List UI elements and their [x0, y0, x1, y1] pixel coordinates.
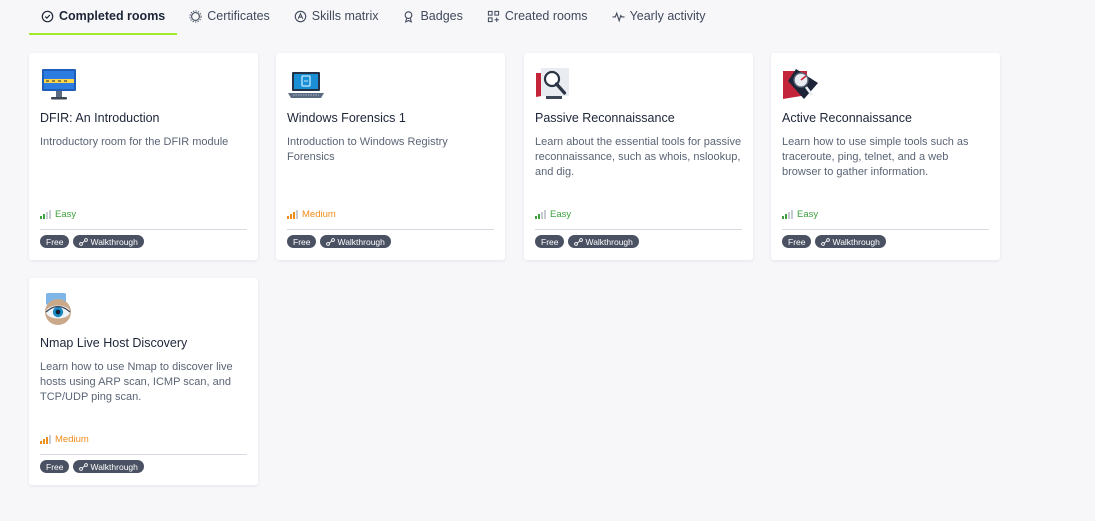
activity-icon: [612, 11, 625, 22]
room-card[interactable]: Nmap Live Host Discovery Learn how to us…: [29, 278, 258, 485]
difficulty-bars-icon: [535, 210, 546, 219]
card-divider: [782, 229, 989, 230]
room-title: Passive Reconnaissance: [535, 111, 675, 125]
difficulty-label: Medium: [302, 209, 336, 220]
skills-icon: [294, 10, 307, 22]
tab-label: Created rooms: [504, 9, 588, 23]
check-circle-icon: [41, 10, 54, 22]
tag-free: Free: [535, 235, 565, 248]
difficulty-label: Easy: [55, 209, 77, 220]
tag-free: Free: [287, 235, 317, 248]
difficulty-bars-icon: [40, 435, 51, 444]
room-description: Introductory room for the DFIR module: [40, 136, 229, 148]
difficulty-indicator: Easy: [782, 209, 818, 220]
room-title: Windows Forensics 1: [287, 111, 406, 125]
tab-certificates[interactable]: Certificates: [177, 0, 282, 35]
walkthrough-icon: [326, 237, 336, 246]
grid-plus-icon: [487, 10, 499, 22]
tag-free: Free: [40, 235, 70, 248]
certificate-icon: [189, 9, 202, 23]
room-card[interactable]: Passive Reconnaissance Learn about the e…: [524, 53, 753, 260]
room-tags: Free Walkthrough: [287, 235, 391, 248]
tab-label: Yearly activity: [629, 9, 706, 23]
card-divider: [535, 229, 742, 230]
laptop-icon: [288, 72, 324, 98]
difficulty-bars-icon: [40, 210, 51, 219]
monitor-icon: [42, 69, 76, 100]
room-tags: Free Walkthrough: [782, 235, 886, 248]
tag-walkthrough: Walkthrough: [320, 235, 391, 248]
difficulty-indicator: Easy: [535, 209, 571, 220]
room-card[interactable]: DFIR: An Introduction Introductory room …: [29, 53, 258, 260]
room-card[interactable]: Windows Forensics 1 Introduction to Wind…: [276, 53, 505, 260]
room-title: DFIR: An Introduction: [40, 111, 160, 125]
difficulty-indicator: Easy: [40, 209, 76, 220]
tag-walkthrough: Walkthrough: [73, 235, 144, 248]
walkthrough-icon: [574, 237, 584, 246]
room-description: Learn how to use Nmap to discover live h…: [40, 361, 233, 403]
magnifier-icon: [536, 68, 569, 99]
difficulty-bars-icon: [782, 210, 793, 219]
walkthrough-icon: [821, 237, 831, 246]
tag-walkthrough: Walkthrough: [73, 460, 144, 473]
room-description: Learn about the essential tools for pass…: [535, 136, 742, 178]
tab-completed-rooms[interactable]: Completed rooms: [29, 0, 178, 35]
profile-tabs: Completed rooms Certificates Skills matr…: [29, 0, 718, 35]
difficulty-bars-icon: [287, 210, 298, 219]
tab-label: Completed rooms: [59, 9, 166, 23]
difficulty-indicator: Medium: [287, 209, 336, 220]
tab-label: Certificates: [207, 9, 270, 23]
walkthrough-icon: [79, 462, 89, 471]
tag-free: Free: [782, 235, 812, 248]
tag-free: Free: [40, 460, 70, 473]
tab-badges[interactable]: Badges: [390, 0, 474, 35]
radar-icon: [783, 69, 818, 99]
card-divider: [287, 229, 494, 230]
tag-walkthrough: Walkthrough: [815, 235, 886, 248]
eye-icon: [45, 293, 71, 325]
tab-created-rooms[interactable]: Created rooms: [475, 0, 600, 35]
tab-label: Badges: [420, 9, 463, 23]
card-divider: [40, 229, 247, 230]
room-title: Nmap Live Host Discovery: [40, 336, 188, 350]
room-description: Introduction to Windows Registry Forensi…: [287, 136, 448, 163]
badge-icon: [405, 10, 413, 23]
difficulty-label: Easy: [550, 209, 572, 220]
tab-yearly-activity[interactable]: Yearly activity: [600, 0, 718, 35]
room-tags: Free Walkthrough: [535, 235, 639, 248]
room-card[interactable]: Active Reconnaissance Learn how to use s…: [771, 53, 1000, 260]
walkthrough-icon: [79, 237, 89, 246]
tab-label: Skills matrix: [311, 9, 379, 23]
card-divider: [40, 454, 247, 455]
room-tags: Free Walkthrough: [40, 235, 144, 248]
tab-skills-matrix[interactable]: Skills matrix: [282, 0, 391, 35]
tag-walkthrough: Walkthrough: [568, 235, 639, 248]
difficulty-label: Medium: [55, 434, 89, 445]
room-description: Learn how to use simple tools such as tr…: [782, 136, 969, 178]
room-title: Active Reconnaissance: [782, 111, 912, 125]
difficulty-indicator: Medium: [40, 434, 89, 445]
room-tags: Free Walkthrough: [40, 460, 144, 473]
difficulty-label: Easy: [797, 209, 819, 220]
